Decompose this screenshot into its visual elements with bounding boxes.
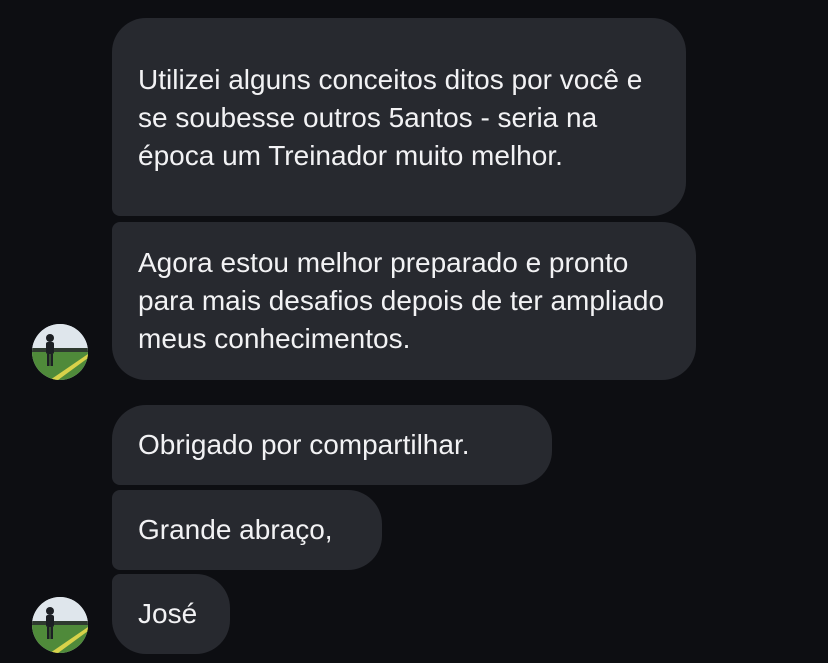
profile-photo-icon <box>32 597 88 653</box>
message-bubble[interactable]: Utilizei alguns conceitos ditos por você… <box>112 18 686 216</box>
message-text: Utilizei alguns conceitos ditos por você… <box>138 64 643 171</box>
profile-photo-icon <box>32 324 88 380</box>
avatar[interactable] <box>32 597 88 653</box>
message-text: Grande abraço, <box>138 514 333 545</box>
avatar[interactable] <box>32 324 88 380</box>
message-bubble[interactable]: Obrigado por compartilhar. <box>112 405 552 485</box>
message-text: Obrigado por compartilhar. <box>138 429 470 460</box>
message-bubble[interactable]: Agora estou melhor preparado e pronto pa… <box>112 222 696 380</box>
message-text: Agora estou melhor preparado e pronto pa… <box>138 247 665 354</box>
message-bubble[interactable]: Grande abraço, <box>112 490 382 570</box>
message-bubble[interactable]: José <box>112 574 230 654</box>
message-text: José <box>138 598 198 629</box>
